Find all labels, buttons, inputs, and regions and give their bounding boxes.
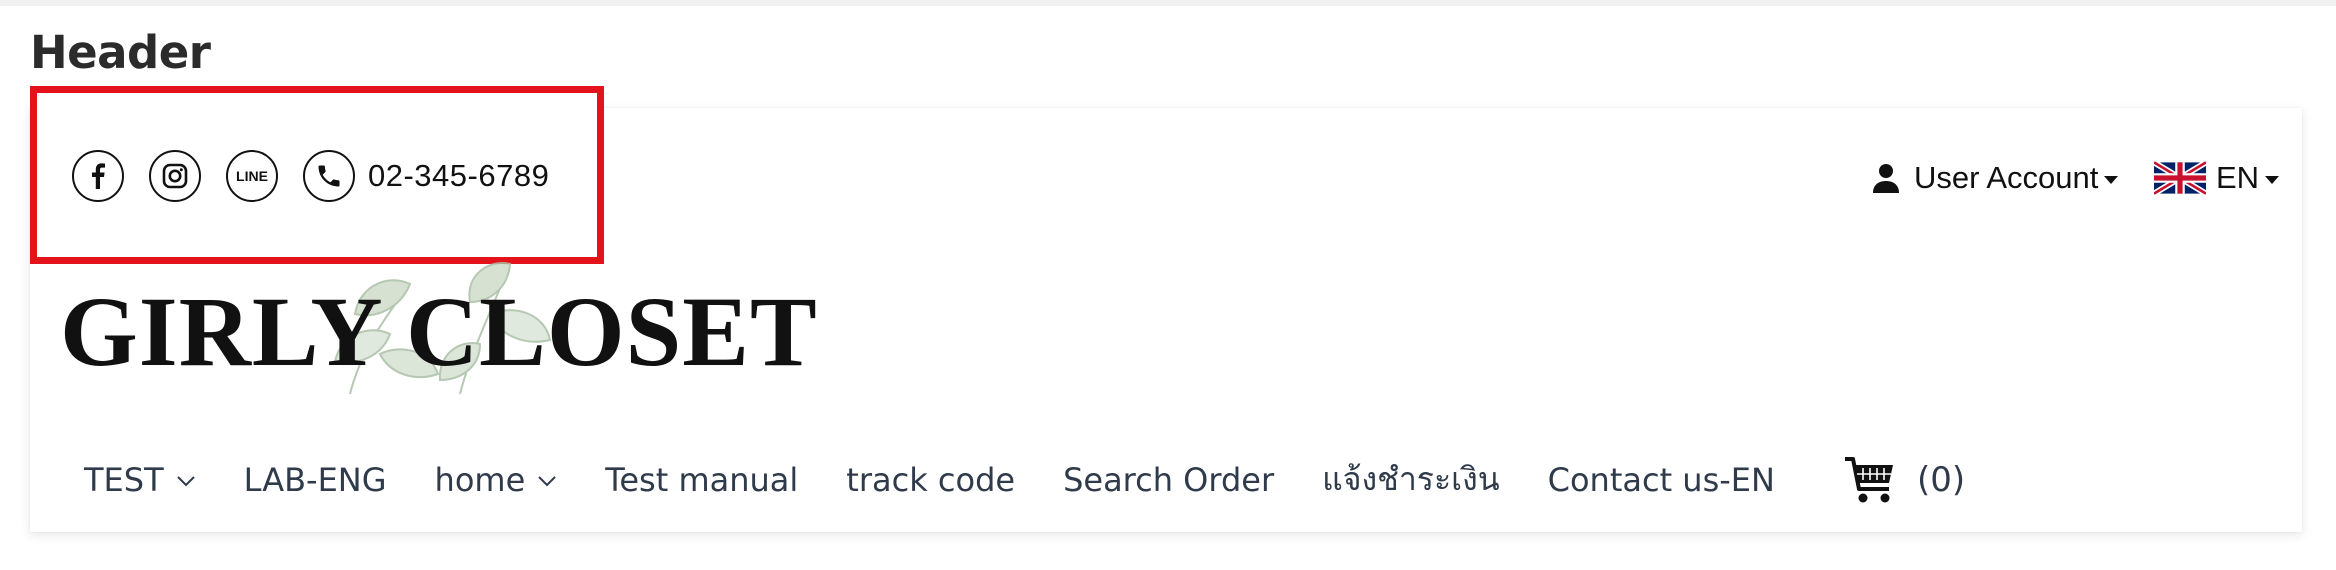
nav-item-label: TEST <box>84 460 164 499</box>
caret-down-icon <box>2104 175 2119 184</box>
nav-item-label: track code <box>846 460 1016 499</box>
uk-flag-icon <box>2154 161 2206 195</box>
facebook-icon[interactable] <box>72 150 124 202</box>
caret-down-icon <box>2265 175 2280 184</box>
nav-item-label: home <box>434 460 526 499</box>
nav-item-contact-us[interactable]: Contact us-EN <box>1548 461 1775 499</box>
cart-icon <box>1844 456 1893 502</box>
phone-icon[interactable] <box>303 150 355 202</box>
phone-number[interactable]: 02-345-6789 <box>368 158 549 194</box>
contact-bar: LINE 02-345-6789 <box>72 150 549 202</box>
svg-text:LINE: LINE <box>236 168 268 184</box>
section-title: Header <box>30 26 211 79</box>
nav-item-search-order[interactable]: Search Order <box>1063 461 1274 499</box>
user-icon <box>1873 164 1899 193</box>
nav-item-payment-notice[interactable]: แจ้งชำระเงิน <box>1322 454 1500 505</box>
main-nav: TEST LAB-ENG home Test manual track code… <box>84 454 1965 505</box>
instagram-icon[interactable] <box>149 150 201 202</box>
page: Header LINE 02-345-6789 User Account EN … <box>0 0 2336 570</box>
cart-button[interactable]: (0) <box>1843 455 1965 505</box>
user-account-dropdown[interactable]: User Account <box>1872 160 2119 196</box>
nav-item-label: แจ้งชำระเงิน <box>1322 460 1500 498</box>
chevron-down-icon <box>538 475 556 486</box>
nav-item-test[interactable]: TEST <box>84 461 196 499</box>
nav-item-test-manual[interactable]: Test manual <box>605 461 798 499</box>
language-dropdown[interactable]: EN <box>2154 160 2280 196</box>
logo-text: GIRLY CLOSET <box>60 276 818 387</box>
cart-count: (0) <box>1916 459 1966 500</box>
top-strip <box>0 0 2336 6</box>
chevron-down-icon <box>176 475 195 486</box>
nav-item-track-code[interactable]: track code <box>846 461 1015 499</box>
nav-item-label: LAB-ENG <box>243 460 387 499</box>
site-logo[interactable]: GIRLY CLOSET <box>60 250 820 410</box>
line-icon[interactable]: LINE <box>226 150 278 202</box>
nav-item-lab-eng[interactable]: LAB-ENG <box>244 461 387 499</box>
nav-item-label: Contact us-EN <box>1547 460 1775 499</box>
nav-item-home[interactable]: home <box>435 461 558 499</box>
nav-item-label: Test manual <box>605 460 799 499</box>
language-code: EN <box>2216 160 2260 195</box>
nav-item-label: Search Order <box>1063 460 1275 499</box>
user-account-label: User Account <box>1914 160 2099 195</box>
